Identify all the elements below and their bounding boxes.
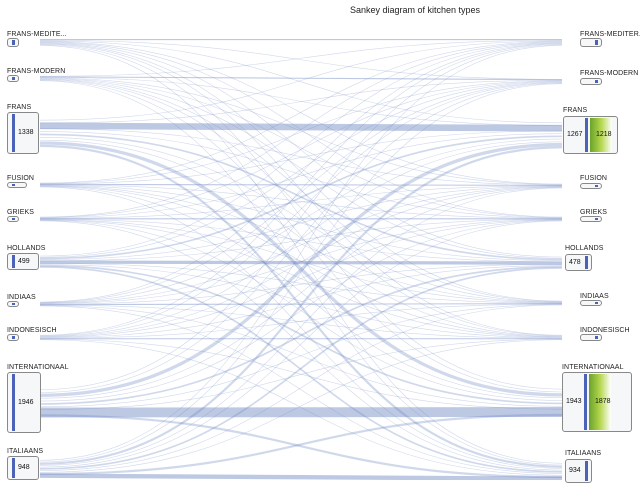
flow-fusion-to-frans_mediter[interactable] [39, 41, 563, 184]
flow-fusion-to-frans_modern[interactable] [39, 80, 563, 184]
node-bar-left-indiaas [12, 303, 15, 305]
flow-frans_modern-to-frans_mediter[interactable] [39, 39, 563, 77]
flow-fusion-to-fusion[interactable] [39, 183, 563, 186]
node-label-right-internationaal: INTERNATIONAAL [562, 364, 624, 371]
node-bar-left-indonesisch [12, 336, 15, 339]
node-label-left-internationaal: INTERNATIONAAL [7, 364, 69, 371]
node-label-right-frans: FRANS [563, 107, 588, 114]
node-value-right-internationaal: 1943 [566, 398, 582, 405]
node-label-left-fusion: FUSION [7, 175, 35, 182]
node-label-right-italiaans: ITALIAANS [565, 450, 602, 457]
flow-grieks-to-frans[interactable] [39, 133, 563, 219]
node-bar-left-italiaans [12, 458, 15, 478]
node-box-right-grieks[interactable] [580, 216, 602, 222]
node-label-left-italiaans: ITALIAANS [7, 448, 44, 455]
node-bar-left-internationaal [12, 374, 15, 431]
flow-fusion-to-indiaas[interactable] [39, 185, 563, 303]
node-box-right-frans_mediter[interactable] [580, 38, 602, 47]
node-label-right-grieks: GRIEKS [580, 209, 608, 216]
node-box-right-indonesisch[interactable] [580, 334, 602, 341]
node-value-right-hollands: 478 [569, 258, 581, 266]
node-bar-right-grieks [595, 218, 598, 220]
node-label-left-frans: FRANS [7, 104, 32, 111]
node-label-left-frans_modern: FRANS-MODERN [7, 68, 66, 75]
flow-frans_modern-to-hollands[interactable] [39, 78, 563, 259]
node-value-right-italiaans: 934 [569, 467, 581, 474]
node-box-left-fusion[interactable] [7, 182, 27, 188]
node-label-right-fusion: FUSION [580, 175, 608, 182]
flow-indonesisch-to-frans_modern[interactable] [39, 82, 563, 337]
flow-hollands-to-frans_modern[interactable] [39, 81, 563, 258]
node-bar-left-grieks [12, 218, 15, 220]
node-bar-right-frans [585, 118, 588, 152]
flow-frans-to-frans_modern[interactable] [39, 79, 563, 124]
node-bar-right-italiaans [585, 461, 588, 481]
flow-internationaal-to-internationaal[interactable] [39, 407, 563, 418]
flow-italiaans-to-italiaans[interactable] [39, 473, 563, 480]
node-bar-left-frans_mediter [12, 40, 15, 45]
node-bar-right-frans_modern [595, 80, 598, 83]
flow-frans_mediter-to-fusion[interactable] [39, 41, 563, 185]
node-label-left-indiaas: INDIAAS [7, 294, 36, 301]
node-value-left-hollands: 499 [18, 257, 30, 265]
node-value2-right-frans: 1218 [596, 131, 612, 138]
node-value-left-italiaans: 948 [18, 464, 30, 471]
node-value2-right-internationaal: 1878 [595, 398, 611, 405]
node-box-right-frans_modern[interactable] [580, 78, 602, 85]
node-value-left-internationaal: 1946 [18, 398, 34, 406]
node-bar-left-frans_modern [12, 77, 15, 80]
flow-frans_modern-to-frans_modern[interactable] [39, 76, 563, 81]
node-bar-right-frans_mediter [595, 40, 598, 45]
flow-hollands-to-hollands[interactable] [39, 260, 563, 265]
flow-internationaal-to-indiaas[interactable] [39, 304, 563, 408]
node-label-right-frans_modern: FRANS-MODERN [580, 70, 639, 77]
sankey-flows [39, 39, 563, 480]
node-label-left-hollands: HOLLANDS [7, 245, 46, 252]
node-label-right-hollands: HOLLANDS [565, 245, 604, 252]
node-value-right-frans: 1267 [567, 131, 583, 138]
node-label-right-indonesisch: INDONESISCH [580, 327, 630, 334]
node-bar-left-frans [12, 114, 15, 152]
flow-frans-to-indiaas[interactable] [39, 136, 563, 303]
flow-fusion-to-italiaans[interactable] [39, 186, 563, 469]
node-bar-left-hollands [12, 255, 15, 268]
flow-indiaas-to-fusion[interactable] [39, 186, 563, 304]
node-box-right-indiaas[interactable] [580, 300, 602, 306]
flow-frans-to-grieks[interactable] [39, 131, 563, 219]
flow-indiaas-to-italiaans[interactable] [39, 305, 563, 474]
node-label-right-frans_mediter: FRANS-MEDITER... [580, 31, 640, 38]
node-value-left-frans: 1338 [18, 129, 34, 136]
flow-frans-to-frans[interactable] [39, 122, 563, 132]
node-bar-right-indiaas [595, 302, 598, 304]
node-box-right-fusion[interactable] [580, 183, 602, 189]
node-bar-right-fusion [595, 185, 598, 187]
node-bar-right-indonesisch [595, 336, 598, 339]
node-label-left-grieks: GRIEKS [7, 209, 35, 216]
node-bar-right-internationaal [584, 374, 587, 430]
node-label-right-indiaas: INDIAAS [580, 293, 609, 300]
node-label-left-frans_mediter: FRANS-MEDITE... [7, 31, 67, 38]
node-bar-left-fusion [12, 184, 15, 186]
node-bar-right-hollands [585, 256, 588, 269]
node-label-left-indonesisch: INDONESISCH [7, 327, 57, 334]
